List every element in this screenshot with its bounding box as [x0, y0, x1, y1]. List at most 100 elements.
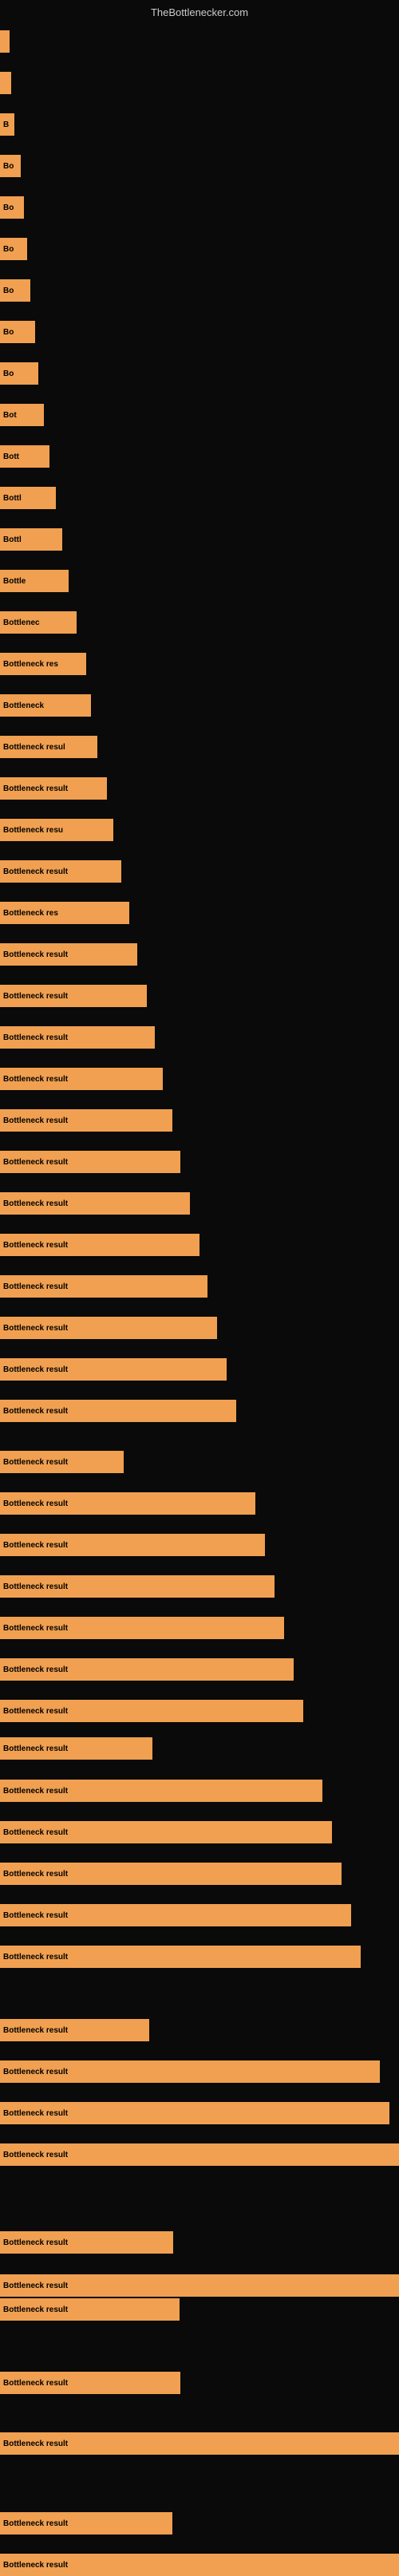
- bottleneck-bar: Bottleneck result: [0, 1358, 227, 1381]
- bottleneck-bar: Bottleneck resu: [0, 819, 113, 841]
- bar-label: Bottleneck result: [3, 1116, 68, 1125]
- bar-label: Bottle: [3, 577, 26, 586]
- bar-label: Bottleneck result: [3, 2440, 68, 2448]
- bottleneck-bar: Bottleneck result: [0, 1904, 351, 1926]
- bottleneck-bar: Bo: [0, 279, 30, 302]
- bar-label: Bottleneck result: [3, 1199, 68, 1208]
- bottleneck-bar: Bottleneck result: [0, 1534, 265, 1556]
- bottleneck-bar: Bottleneck result: [0, 1780, 322, 1802]
- bar-label: Bottl: [3, 535, 22, 544]
- bar-label: Bottleneck result: [3, 1541, 68, 1550]
- bar-label: Bottleneck result: [3, 2109, 68, 2118]
- bar-label: Bottleneck result: [3, 1033, 68, 1042]
- site-title: TheBottlenecker.com: [151, 6, 248, 18]
- bottleneck-bar: Bottleneck result: [0, 1492, 255, 1515]
- bottleneck-bar: [0, 30, 10, 53]
- bottleneck-bar: Bottleneck result: [0, 1275, 207, 1298]
- bar-label: Bot: [3, 411, 17, 420]
- bottleneck-bar: Bottleneck result: [0, 1617, 284, 1639]
- bottleneck-bar: Bottleneck result: [0, 985, 147, 1007]
- bottleneck-bar: Bottleneck result: [0, 1821, 332, 1843]
- bottleneck-bar: Bo: [0, 362, 38, 385]
- bar-label: B: [3, 121, 9, 129]
- bottleneck-bar: Bo: [0, 238, 27, 260]
- bar-label: Bottleneck result: [3, 1744, 68, 1753]
- bottleneck-bar: Bottleneck result: [0, 2512, 172, 2535]
- bottleneck-bar: Bottleneck result: [0, 860, 121, 883]
- bottleneck-bar: Bottleneck result: [0, 2102, 389, 2124]
- bar-label: Bottleneck result: [3, 1458, 68, 1467]
- bottleneck-bar: Bottlenec: [0, 611, 77, 634]
- bottleneck-bar: Bottleneck result: [0, 1946, 361, 1968]
- bottleneck-bar: Bottleneck result: [0, 1068, 163, 1090]
- bottleneck-bar: Bottl: [0, 528, 62, 551]
- bar-label: Bottleneck result: [3, 950, 68, 959]
- bottleneck-bar: Bottleneck result: [0, 2019, 149, 2041]
- bottleneck-bar: Bottleneck result: [0, 2060, 380, 2083]
- bar-label: Bottleneck result: [3, 1075, 68, 1084]
- bar-label: Bottleneck result: [3, 1324, 68, 1333]
- bar-label: Bo: [3, 328, 14, 337]
- bar-label: Bottleneck resu: [3, 826, 63, 835]
- bottleneck-bar: Bottl: [0, 487, 56, 509]
- bar-label: Bottleneck res: [3, 660, 58, 669]
- bar-label: Bottlenec: [3, 618, 40, 627]
- bar-label: Bottleneck result: [3, 2151, 68, 2159]
- bar-label: Bottleneck result: [3, 1707, 68, 1716]
- bar-label: Bottleneck result: [3, 1282, 68, 1291]
- bottleneck-bar: Bottleneck res: [0, 653, 86, 675]
- bottleneck-bar: Bottleneck result: [0, 1451, 124, 1473]
- bar-label: Bottleneck result: [3, 1241, 68, 1250]
- bottleneck-bar: Bottleneck result: [0, 1026, 155, 1049]
- bar-label: Bottleneck result: [3, 1870, 68, 1879]
- bar-label: Bottleneck result: [3, 992, 68, 1001]
- bar-label: Bo: [3, 162, 14, 171]
- bar-label: Bottleneck result: [3, 1828, 68, 1837]
- bottleneck-bar: Bottleneck result: [0, 1109, 172, 1132]
- bar-label: Bottleneck result: [3, 2561, 68, 2570]
- bottleneck-bar: Bottleneck result: [0, 2372, 180, 2394]
- bottleneck-bar: Bott: [0, 445, 49, 468]
- bar-label: Bottleneck result: [3, 1624, 68, 1633]
- bottleneck-bar: Bottleneck result: [0, 2231, 173, 2254]
- bar-label: Bottleneck result: [3, 1953, 68, 1962]
- bottleneck-bar: Bottleneck res: [0, 902, 129, 924]
- bottleneck-bar: Bottleneck result: [0, 1192, 190, 1215]
- bottleneck-bar: Bottleneck result: [0, 777, 107, 800]
- bottleneck-bar: Bot: [0, 404, 44, 426]
- bar-label: Bottleneck result: [3, 1407, 68, 1416]
- bottleneck-bar: Bottleneck result: [0, 1234, 200, 1256]
- bottleneck-bar: Bottleneck result: [0, 943, 137, 966]
- bar-label: Bo: [3, 286, 14, 295]
- bar-label: Bottleneck result: [3, 784, 68, 793]
- bar-label: Bottleneck result: [3, 867, 68, 876]
- bar-label: Bottleneck result: [3, 1665, 68, 1674]
- bar-label: Bottleneck result: [3, 1158, 68, 1167]
- bar-label: Bottleneck: [3, 701, 44, 710]
- bottleneck-bar: Bo: [0, 321, 35, 343]
- bottleneck-bar: B: [0, 113, 14, 136]
- bar-label: Bo: [3, 203, 14, 212]
- bar-label: Bottleneck result: [3, 2519, 68, 2528]
- bar-label: Bottleneck result: [3, 2305, 68, 2314]
- bottleneck-bar: Bottleneck: [0, 694, 91, 717]
- bar-label: Bo: [3, 369, 14, 378]
- bar-label: Bottleneck result: [3, 2282, 68, 2290]
- bottleneck-bar: Bottleneck result: [0, 2554, 399, 2576]
- bottleneck-bar: Bottleneck result: [0, 1700, 303, 1722]
- bottleneck-bar: Bottleneck result: [0, 1317, 217, 1339]
- bottleneck-bar: [0, 72, 11, 94]
- bottleneck-bar: Bottle: [0, 570, 69, 592]
- bottleneck-bar: Bottleneck result: [0, 2143, 399, 2166]
- bar-label: Bottleneck result: [3, 2379, 68, 2388]
- bottleneck-bar: Bottleneck result: [0, 2274, 399, 2297]
- bar-label: Bo: [3, 245, 14, 254]
- bar-label: Bottleneck result: [3, 2238, 68, 2247]
- bar-label: Bottl: [3, 494, 22, 503]
- bottleneck-bar: Bo: [0, 196, 24, 219]
- bar-label: Bottleneck result: [3, 2026, 68, 2035]
- bottleneck-bar: Bottleneck result: [0, 2432, 399, 2455]
- bar-label: Bottleneck res: [3, 909, 58, 918]
- bar-label: Bottleneck result: [3, 1911, 68, 1920]
- bar-label: Bottleneck result: [3, 1582, 68, 1591]
